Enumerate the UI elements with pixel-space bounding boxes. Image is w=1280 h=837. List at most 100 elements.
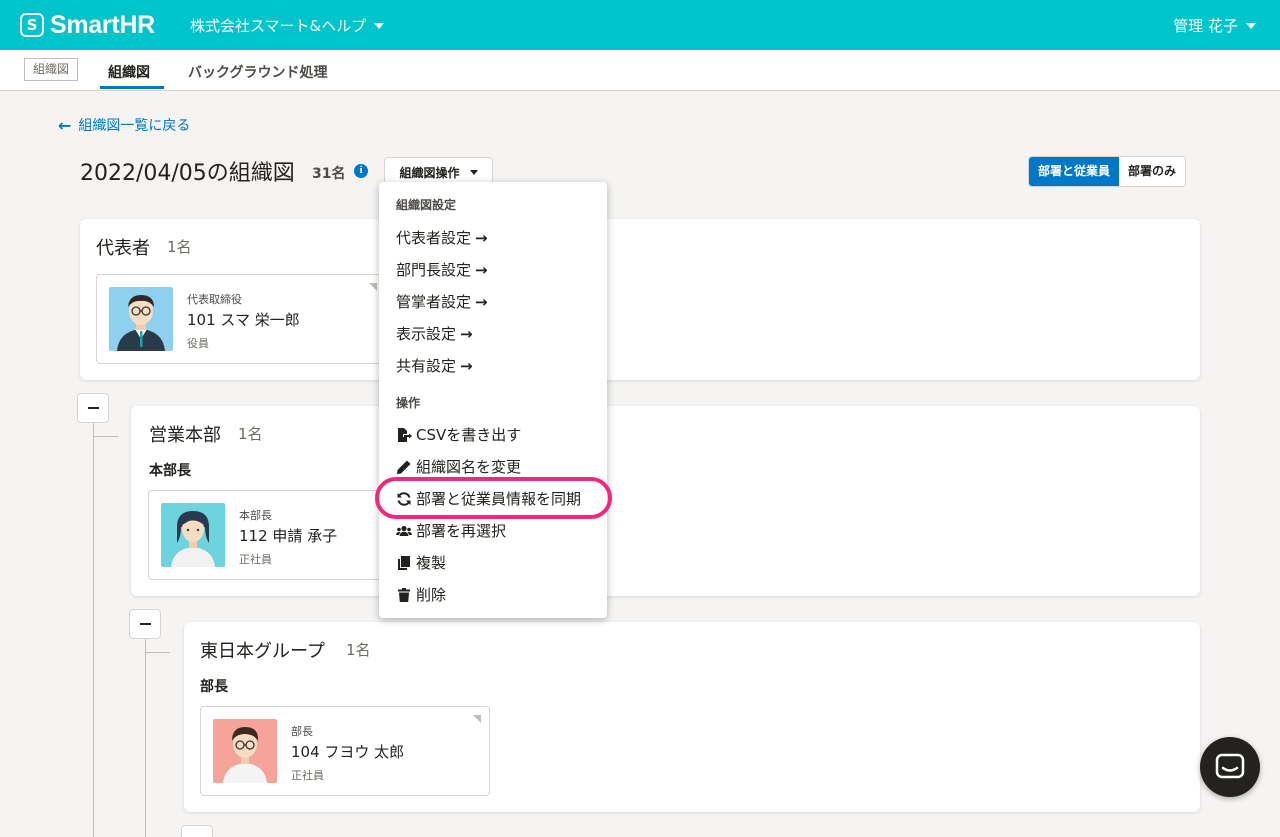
view-toggle: 部署と従業員 部署のみ [1028,156,1187,187]
employee-title: 部長 [291,725,313,738]
collapse-button[interactable] [77,393,109,423]
menu-item-display-settings[interactable]: 表示設定 → [396,323,473,344]
arrow-right-icon: → [475,292,488,311]
company-switcher[interactable]: 株式会社スマート&ヘルプ [190,15,385,36]
employee-name: 112 申請 承子 [239,527,338,545]
chat-support-button[interactable] [1200,737,1260,797]
menu-item-share-settings[interactable]: 共有設定 → [396,355,473,376]
back-link-label: 組織図一覧に戻る [78,118,191,134]
menu-item-label: 複製 [416,554,447,572]
tree-line [145,637,146,837]
sync-icon [396,491,412,507]
employee-name: 104 フヨウ 太郎 [291,743,405,761]
logo-mark-icon: S [20,13,44,37]
active-tab-indicator [100,86,164,89]
page-title: 2022/04/05の組織図 [80,161,295,186]
menu-section-operations: 操作 [396,396,421,410]
menu-item-rename[interactable]: 組織図名を変更 [396,456,521,477]
employee-title: 代表取締役 [187,293,242,306]
representative-panel: 代表者 1名 代表取締役 101 スマ 栄一郎 役員 [80,219,1200,380]
panel-title: 東日本グループ [200,641,325,662]
company-name: 株式会社スマート&ヘルプ [190,17,367,35]
employee-card[interactable]: 部長 104 フヨウ 太郎 正社員 [200,706,490,796]
menu-item-label: 組織図名を変更 [416,458,522,476]
department-panel-sales: 営業本部 1名 本部長 本部長 112 申請 承子 正社員 [131,406,1200,596]
menu-item-department-head-settings[interactable]: 部門長設定 → [396,259,488,280]
user-name: 管理 花子 [1173,17,1238,35]
arrow-right-icon: → [475,260,488,279]
tree-line [145,652,170,653]
menu-item-sync-departments-employees[interactable]: 部署と従業員情報を同期 [396,488,581,509]
menu-item-label: 管掌者設定 [396,293,472,311]
menu-item-supervisor-settings[interactable]: 管掌者設定 → [396,291,488,312]
tab-org-chart[interactable]: 組織図 [108,62,150,82]
toggle-departments-and-employees[interactable]: 部署と従業員 [1029,157,1120,186]
arrow-right-icon: → [460,324,473,343]
menu-item-label: 表示設定 [396,325,457,343]
tab-background-jobs[interactable]: バックグラウンド処理 [188,62,327,82]
avatar [161,503,225,567]
collapse-button[interactable] [181,825,213,837]
menu-item-delete[interactable]: 削除 [396,584,446,605]
member-count: 31名 [312,166,346,182]
tree-line [93,421,94,837]
employee-name: 101 スマ 栄一郎 [187,311,300,329]
menu-item-label: 部署と従業員情報を同期 [416,490,582,508]
toggle-departments-only[interactable]: 部署のみ [1119,157,1186,186]
department-panel-east: 東日本グループ 1名 部長 部長 104 フヨウ 太郎 正社員 [184,622,1200,812]
arrow-right-icon: → [475,228,488,247]
card-corner-icon [369,283,377,291]
logo-text: SmartHR [50,10,155,39]
menu-section-settings: 組織図設定 [396,198,457,212]
menu-item-export-csv[interactable]: CSVを書き出す [396,424,521,445]
avatar [109,287,173,351]
menu-item-label: 部門長設定 [396,261,472,279]
employee-card[interactable]: 代表取締役 101 スマ 栄一郎 役員 [96,274,386,364]
employment-type: 正社員 [291,769,324,782]
menu-item-representative-settings[interactable]: 代表者設定 → [396,227,488,248]
org-chart-operations-menu: 組織図設定 代表者設定 → 部門長設定 → 管掌者設定 → 表示設定 → 共有設定 → 操… [379,182,607,618]
tree-line [93,436,118,437]
copy-icon [396,555,412,571]
file-export-icon [396,427,412,443]
sub-navigation: 組織図 組織図 バックグラウンド処理 [0,50,1280,91]
panel-count: 1名 [167,238,192,256]
menu-item-reselect-departments[interactable]: 部署を再選択 [396,520,506,541]
pencil-icon [396,459,412,475]
minus-icon [139,622,151,626]
smarthr-logo[interactable]: S SmartHR [20,11,155,39]
avatar [213,719,277,783]
chat-icon [1215,753,1245,779]
menu-item-label: CSVを書き出す [416,426,522,444]
back-link[interactable]: ← 組織図一覧に戻る [58,115,190,135]
users-icon [396,523,412,539]
role-label: 部長 [200,679,228,695]
minus-icon [87,406,99,410]
trash-icon [396,587,412,603]
info-icon[interactable]: i [354,164,368,178]
employment-type: 正社員 [239,553,272,566]
panel-count: 1名 [346,641,371,659]
top-bar: S SmartHR 株式会社スマート&ヘルプ 管理 花子 [0,0,1280,50]
caret-down-icon [469,169,478,175]
panel-count: 1名 [238,425,263,443]
chevron-down-icon [374,22,385,29]
chevron-down-icon [1246,22,1256,29]
employment-type: 役員 [187,337,209,350]
menu-item-label: 部署を再選択 [416,522,507,540]
menu-item-duplicate[interactable]: 複製 [396,552,446,573]
role-label: 本部長 [149,463,191,479]
panel-title: 代表者 [96,238,150,259]
employee-title: 本部長 [239,509,272,522]
arrow-left-icon: ← [58,115,72,135]
user-menu[interactable]: 管理 花子 [1173,15,1256,36]
menu-item-label: 代表者設定 [396,229,472,247]
menu-item-label: 削除 [416,586,447,604]
card-corner-icon [473,715,481,723]
ops-button-label: 組織図操作 [399,165,460,180]
arrow-right-icon: → [460,356,473,375]
menu-item-label: 共有設定 [396,357,457,375]
app-badge: 組織図 [24,58,79,81]
collapse-button[interactable] [129,609,161,639]
panel-title: 営業本部 [149,425,221,446]
